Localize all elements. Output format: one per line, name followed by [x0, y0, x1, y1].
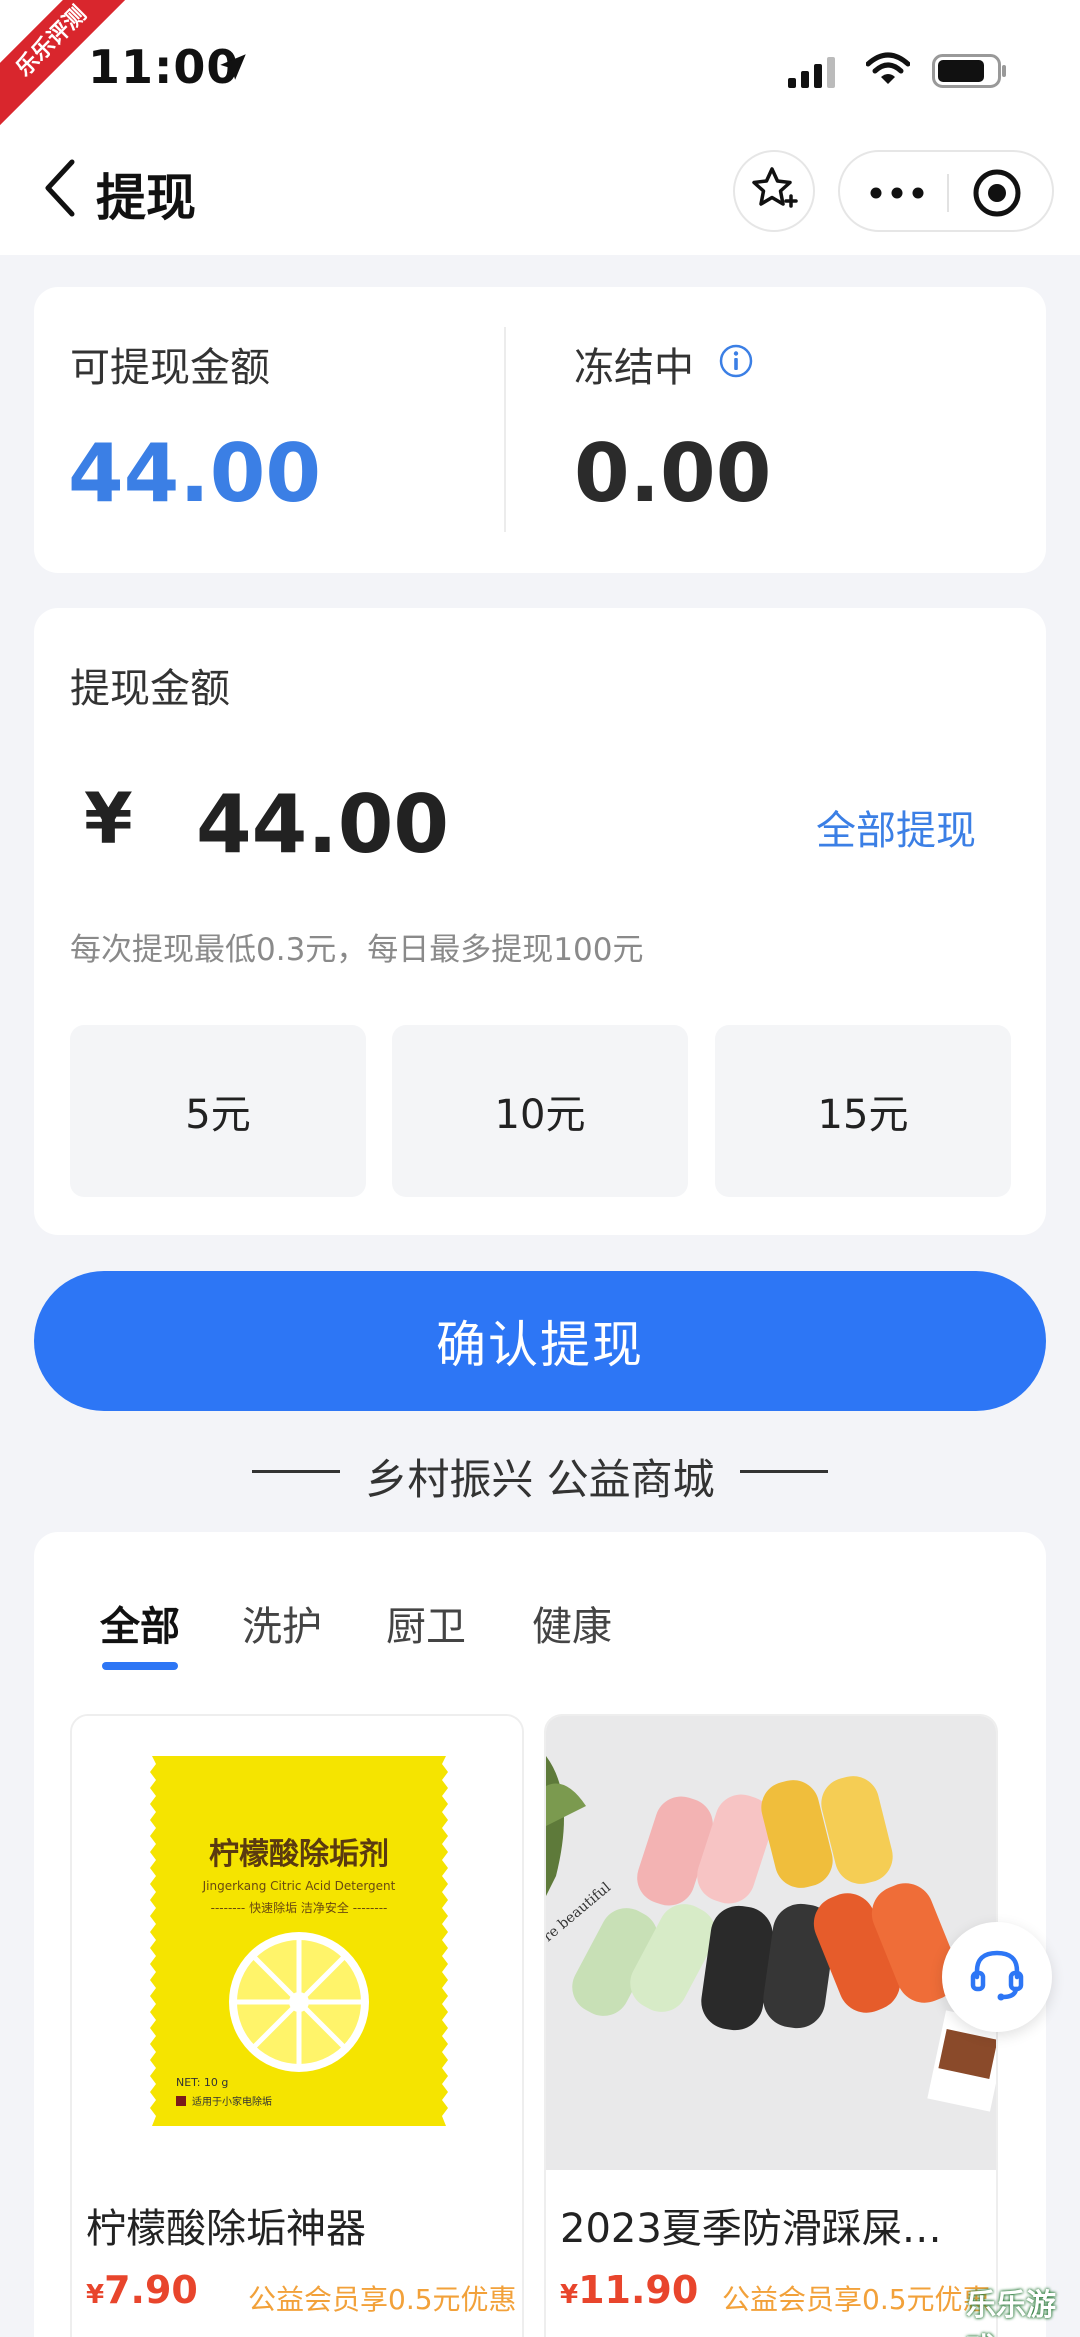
product-name: 2023夏季防滑踩屎…	[560, 2206, 942, 2252]
signal-icon	[788, 56, 840, 92]
frozen-amount: 0.00	[574, 427, 772, 520]
withdraw-amount-label: 提现金额	[70, 666, 230, 712]
tab-all[interactable]: 全部	[100, 1594, 180, 1652]
section-line-right	[740, 1470, 828, 1473]
balance-card: 可提现金额 44.00 冻结中 0.00	[34, 287, 1046, 573]
currency-symbol: ¥	[84, 778, 133, 860]
product-card[interactable]: re beautiful 2023夏季防滑踩屎… ¥11.90 公益会员享0.5…	[544, 1714, 998, 2337]
withdraw-amount-card: 提现金额 ¥ 44.00 全部提现 每次提现最低0.3元，每日最多提现100元 …	[34, 608, 1046, 1235]
available-label: 可提现金额	[70, 345, 270, 391]
price-value: 11.90	[578, 2268, 699, 2312]
info-icon[interactable]	[718, 343, 754, 383]
product-promo: 公益会员享0.5元优惠	[248, 2283, 517, 2316]
quick-amount-10[interactable]: 10元	[392, 1025, 688, 1197]
product-price: ¥11.90	[560, 2268, 698, 2312]
withdraw-amount-input[interactable]: 44.00	[196, 778, 449, 871]
more-dots-icon[interactable]	[870, 178, 924, 212]
tab-kitchen-bath[interactable]: 厨卫	[386, 1594, 466, 1652]
active-tab-indicator	[102, 1662, 178, 1670]
watermark: 乐乐游戏	[966, 2288, 1056, 2337]
product-price: ¥7.90	[86, 2268, 198, 2312]
battery-icon	[932, 54, 1008, 92]
section-line-left	[252, 1470, 340, 1473]
back-chevron-icon[interactable]	[42, 158, 78, 222]
package-title: 柠檬酸除垢剂	[209, 1837, 389, 1872]
product-image-citric-acid: 柠檬酸除垢剂 Jingerkang Citric Acid Detergent …	[72, 1716, 522, 2170]
customer-service-button[interactable]	[942, 1922, 1052, 2032]
product-image-slippers: re beautiful	[546, 1716, 996, 2170]
location-arrow-icon	[216, 50, 250, 88]
price-currency: ¥	[560, 2280, 579, 2310]
capsule-separator	[947, 174, 949, 212]
page-title: 提现	[96, 169, 196, 227]
confirm-withdraw-button[interactable]: 确认提现	[34, 1271, 1046, 1411]
mall-section-title: 乡村振兴 公益商城	[365, 1455, 715, 1504]
star-plus-icon	[750, 165, 798, 217]
mall-card: 全部 洗护 厨卫 健康 柠檬酸除垢剂 Jingerkang Citric Aci…	[34, 1532, 1046, 2337]
customer-service-icon	[965, 1943, 1029, 2011]
miniprogram-capsule	[838, 150, 1054, 232]
package-note: 适用于小家电除垢	[192, 2095, 272, 2108]
product-promo: 公益会员享0.5元优惠	[722, 2283, 991, 2316]
package-tagline: -------- 快速除垢 洁净安全 --------	[211, 1900, 388, 1915]
quick-amount-15[interactable]: 15元	[715, 1025, 1011, 1197]
favorite-button[interactable]	[733, 150, 815, 232]
price-currency: ¥	[86, 2280, 105, 2310]
price-value: 7.90	[104, 2268, 198, 2312]
package-net: NET: 10 g	[176, 2076, 228, 2089]
tab-health[interactable]: 健康	[532, 1594, 612, 1652]
balance-divider	[504, 327, 506, 532]
product-name: 柠檬酸除垢神器	[86, 2206, 366, 2252]
product-card[interactable]: 柠檬酸除垢剂 Jingerkang Citric Acid Detergent …	[70, 1714, 524, 2337]
record-icon[interactable]	[972, 168, 1022, 222]
available-amount: 44.00	[68, 427, 322, 520]
tab-washing[interactable]: 洗护	[242, 1594, 322, 1652]
wifi-icon	[865, 52, 911, 90]
quick-amount-5[interactable]: 5元	[70, 1025, 366, 1197]
package-subtitle: Jingerkang Citric Acid Detergent	[202, 1879, 396, 1893]
frozen-label: 冻结中	[574, 345, 694, 391]
withdraw-all-button[interactable]: 全部提现	[816, 798, 976, 856]
withdraw-hint: 每次提现最低0.3元，每日最多提现100元	[70, 932, 644, 968]
